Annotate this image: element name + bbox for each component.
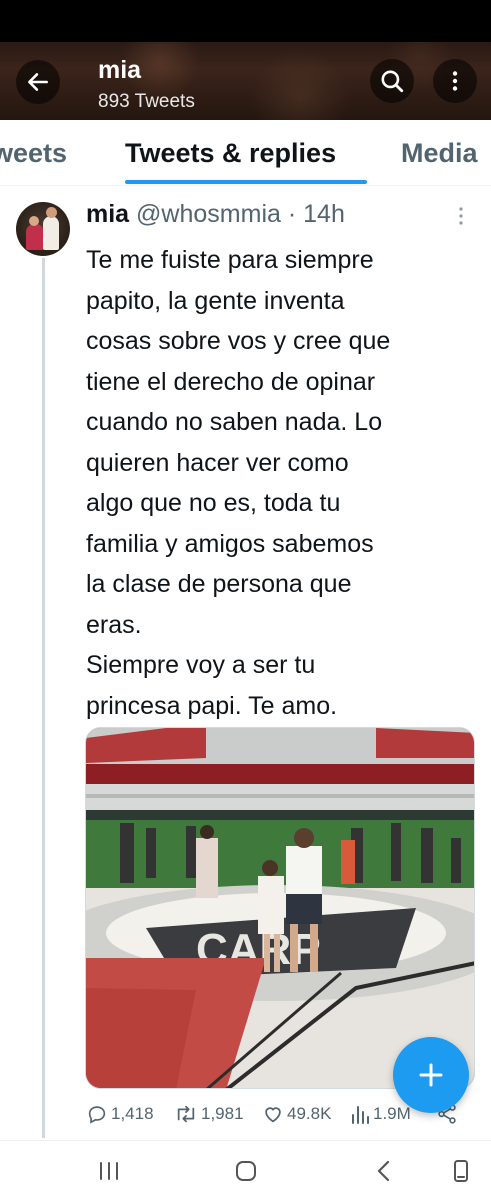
back-button[interactable] [16,60,60,104]
reply-button[interactable]: 1,418 [86,1103,154,1125]
status-bar [0,0,491,42]
reply-icon [88,1106,106,1124]
tab-media[interactable]: Media [401,138,478,169]
plus-icon [419,1063,443,1087]
header-banner [0,42,491,120]
retweet-count: 1,981 [201,1104,244,1123]
profile-header: mia 893 Tweets [0,42,491,120]
home-button[interactable] [231,1156,261,1186]
arrow-left-icon [28,73,48,91]
compose-tweet-button[interactable] [393,1037,469,1113]
like-count: 49.8K [287,1104,332,1123]
tab-tweets[interactable]: weets [0,138,67,169]
avatar[interactable] [16,202,70,256]
views-button[interactable]: 1.9M [350,1103,411,1125]
rotate-button[interactable] [446,1156,476,1186]
back-icon [377,1160,390,1182]
more-vertical-icon [459,207,463,225]
more-options-button[interactable] [433,59,477,103]
tweet-photo[interactable]: CARP [85,727,475,1089]
retweet-button[interactable]: 1,981 [174,1103,244,1125]
heart-icon [265,1107,281,1123]
retweet-icon [177,1105,195,1123]
tab-active-indicator [125,180,367,184]
profile-tabs: weets Tweets & replies Media [0,120,491,186]
search-button[interactable] [370,59,414,103]
tweet-author-name[interactable]: mia [86,200,129,228]
bar-chart-icon [352,1106,369,1124]
more-vertical-icon [452,71,458,91]
nav-back-button[interactable] [369,1156,399,1186]
profile-name: mia [98,56,142,84]
tweet-author-handle[interactable]: @whosmmia [136,200,281,228]
stadium-photo: CARP [86,728,474,1088]
tweet-more-button[interactable] [453,206,469,228]
tweet-timestamp[interactable]: 14h [303,200,345,228]
tweet-header: mia @whosmmia · 14h [86,200,345,229]
recent-apps-icon [100,1162,118,1180]
search-icon [381,70,404,93]
like-button[interactable]: 49.8K [262,1103,331,1125]
view-count: 1.9M [373,1104,411,1123]
system-nav-bar [0,1140,491,1200]
recent-apps-button[interactable] [94,1156,124,1186]
thread-line [42,258,45,1138]
tweet-text: Te me fuiste para siempre papito, la gen… [86,246,391,720]
reply-count: 1,418 [111,1104,154,1123]
home-icon [236,1161,256,1181]
separator-dot: · [287,200,297,228]
tab-tweets-and-replies[interactable]: Tweets & replies [125,138,336,169]
rotate-icon [454,1160,468,1182]
tweet-count: 893 Tweets [98,91,195,112]
